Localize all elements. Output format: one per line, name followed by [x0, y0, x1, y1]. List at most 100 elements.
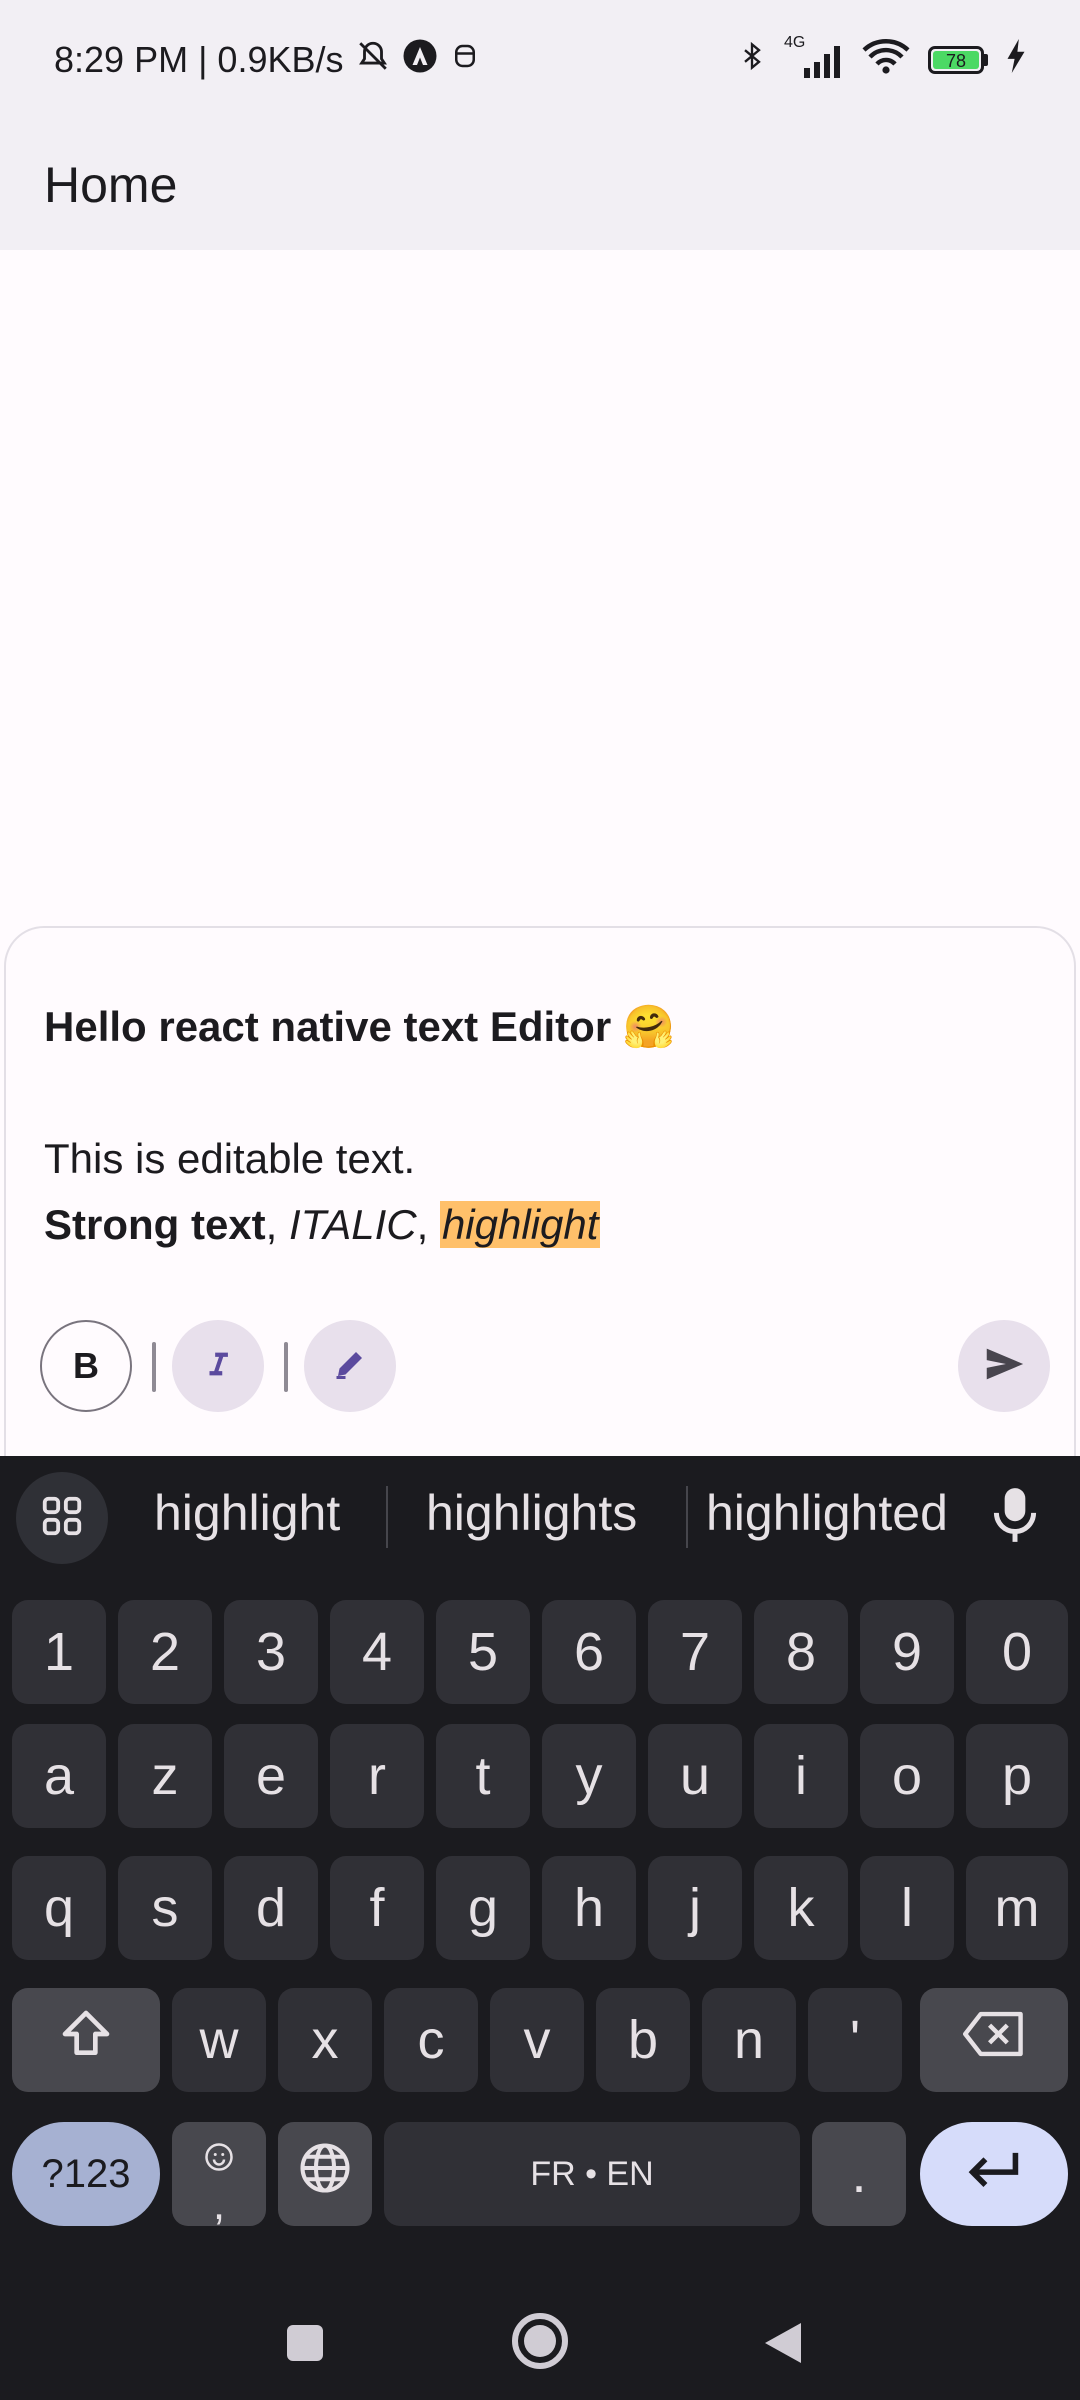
- suggestion-1[interactable]: highlight: [154, 1484, 340, 1542]
- toolbar-divider: [152, 1342, 156, 1392]
- key-r[interactable]: r: [330, 1724, 424, 1828]
- backspace-icon: [963, 2009, 1025, 2072]
- editor-formatted-line[interactable]: Strong text, ITALIC, highlight: [44, 1192, 675, 1258]
- editor-line[interactable]: This is editable text.: [44, 1126, 675, 1192]
- italic-icon: [201, 1347, 235, 1386]
- key-p[interactable]: p: [966, 1724, 1068, 1828]
- enter-key[interactable]: [920, 2122, 1068, 2226]
- backspace-key[interactable]: [920, 1988, 1068, 2092]
- battery-icon: 78: [928, 46, 988, 74]
- suggestion-divider: [386, 1486, 388, 1548]
- key-h[interactable]: h: [542, 1856, 636, 1960]
- key-o[interactable]: o: [860, 1724, 954, 1828]
- italic-button[interactable]: [172, 1320, 264, 1412]
- shift-key[interactable]: [12, 1988, 160, 2092]
- editor-card: Hello react native text Editor 🤗 This is…: [4, 926, 1076, 1456]
- suggestion-bar: highlight highlights highlighted: [0, 1456, 1080, 1576]
- key-f[interactable]: f: [330, 1856, 424, 1960]
- key-n[interactable]: n: [702, 1988, 796, 2092]
- send-button[interactable]: [958, 1320, 1050, 1412]
- space-key[interactable]: FR • EN: [384, 2122, 800, 2226]
- signal-icon: 4G: [784, 34, 844, 78]
- content-area: [0, 250, 1080, 926]
- key-z[interactable]: z: [118, 1724, 212, 1828]
- key-b[interactable]: b: [596, 1988, 690, 2092]
- highlight-button[interactable]: [304, 1320, 396, 1412]
- emoji-icon: [204, 2123, 234, 2185]
- key-c[interactable]: c: [384, 1988, 478, 2092]
- key-7[interactable]: 7: [648, 1600, 742, 1704]
- strong-text: Strong text: [44, 1201, 266, 1248]
- enter-icon: [964, 2143, 1024, 2205]
- key-m[interactable]: m: [966, 1856, 1068, 1960]
- mic-button[interactable]: [990, 1484, 1040, 1551]
- bell-off-icon: [356, 38, 390, 83]
- period-key[interactable]: .: [812, 2122, 906, 2226]
- a-circle-icon: [402, 38, 438, 83]
- key-8[interactable]: 8: [754, 1600, 848, 1704]
- key-5[interactable]: 5: [436, 1600, 530, 1704]
- key-y[interactable]: y: [542, 1724, 636, 1828]
- keyboard-menu-button[interactable]: [16, 1472, 108, 1564]
- italic-text: ITALIC: [289, 1201, 417, 1248]
- key-3[interactable]: 3: [224, 1600, 318, 1704]
- key-t[interactable]: t: [436, 1724, 530, 1828]
- key-d[interactable]: d: [224, 1856, 318, 1960]
- separator-text: ,: [416, 1201, 440, 1248]
- keyboard: highlight highlights highlighted 1 2 3 4…: [0, 1456, 1080, 2400]
- toolbar-divider: [284, 1342, 288, 1392]
- key-a[interactable]: a: [12, 1724, 106, 1828]
- globe-icon: [298, 2141, 352, 2208]
- rich-text-editor[interactable]: Hello react native text Editor 🤗 This is…: [44, 994, 675, 1258]
- key-g[interactable]: g: [436, 1856, 530, 1960]
- key-9[interactable]: 9: [860, 1600, 954, 1704]
- key-1[interactable]: 1: [12, 1600, 106, 1704]
- separator-text: ,: [265, 1201, 290, 1248]
- key-x[interactable]: x: [278, 1988, 372, 2092]
- send-icon: [981, 1341, 1027, 1392]
- editor-blank-line: [44, 1060, 675, 1126]
- key-6[interactable]: 6: [542, 1600, 636, 1704]
- home-button[interactable]: [505, 2308, 575, 2378]
- key-apostrophe[interactable]: ': [808, 1988, 902, 2092]
- key-w[interactable]: w: [172, 1988, 266, 2092]
- suggestion-2[interactable]: highlights: [426, 1484, 637, 1542]
- key-v[interactable]: v: [490, 1988, 584, 2092]
- emoji-comma-key[interactable]: ,: [172, 2122, 266, 2227]
- symbols-key[interactable]: ?123: [12, 2122, 160, 2226]
- key-s[interactable]: s: [118, 1856, 212, 1960]
- pen-icon: [332, 1346, 368, 1387]
- key-0[interactable]: 0: [966, 1600, 1068, 1704]
- key-l[interactable]: l: [860, 1856, 954, 1960]
- bluetooth-icon: [738, 37, 766, 84]
- key-e[interactable]: e: [224, 1724, 318, 1828]
- grid-icon: [39, 1493, 85, 1544]
- status-time: 8:29 PM | 0.9KB/s: [54, 39, 344, 80]
- key-k[interactable]: k: [754, 1856, 848, 1960]
- format-toolbar: B: [40, 1320, 1050, 1416]
- navigation-bar: [0, 2290, 1080, 2400]
- suggestion-3[interactable]: highlighted: [706, 1484, 948, 1542]
- key-2[interactable]: 2: [118, 1600, 212, 1704]
- shift-icon: [58, 2006, 114, 2075]
- page-title: Home: [44, 157, 178, 213]
- key-4[interactable]: 4: [330, 1600, 424, 1704]
- back-triangle-icon: [761, 2319, 805, 2372]
- app-bar: Home: [0, 120, 1080, 250]
- key-i[interactable]: i: [754, 1724, 848, 1828]
- highlighted-text: highlight: [439, 1201, 601, 1248]
- editor-title-line[interactable]: Hello react native text Editor 🤗: [44, 994, 675, 1060]
- back-button[interactable]: [748, 2310, 818, 2380]
- key-q[interactable]: q: [12, 1856, 106, 1960]
- bold-button[interactable]: B: [40, 1320, 132, 1412]
- suggestion-divider: [686, 1486, 688, 1548]
- key-u[interactable]: u: [648, 1724, 742, 1828]
- recents-button[interactable]: [270, 2310, 340, 2380]
- charging-icon: [1006, 38, 1026, 82]
- home-circle-icon: [510, 2311, 570, 2376]
- app-notification-icon: [450, 38, 480, 83]
- mic-icon: [990, 1488, 1040, 1550]
- square-icon: [285, 2323, 325, 2368]
- key-j[interactable]: j: [648, 1856, 742, 1960]
- language-key[interactable]: [278, 2122, 372, 2226]
